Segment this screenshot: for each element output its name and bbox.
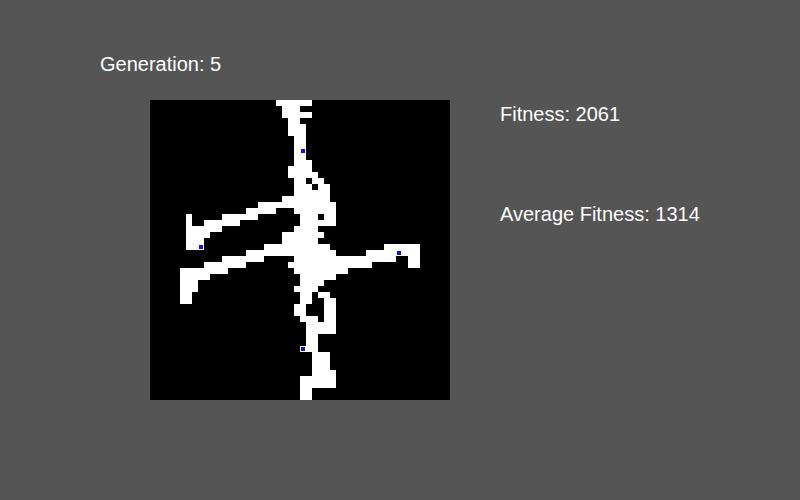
path-cell [294, 208, 336, 214]
stats-panel: Fitness: 2061 Average Fitness: 1314 [500, 100, 700, 400]
path-cell [312, 178, 324, 184]
path-cell [294, 184, 312, 190]
path-cell [282, 232, 324, 238]
path-cell [258, 202, 336, 208]
path-cell [306, 334, 318, 340]
path-cell [300, 274, 336, 280]
path-cell [294, 286, 318, 292]
world-background [150, 100, 450, 400]
path-cell [222, 214, 258, 220]
path-cell [294, 148, 306, 154]
path-cell [324, 310, 336, 316]
path-cell [294, 136, 306, 142]
path-cell [384, 244, 420, 250]
agent-dot [199, 245, 203, 249]
path-cell [300, 346, 318, 352]
path-cell [282, 196, 330, 202]
path-cell [186, 214, 192, 220]
path-cell [300, 298, 312, 304]
path-cell [186, 220, 192, 226]
path-cell [282, 238, 318, 244]
path-cell [204, 262, 246, 268]
path-cell [324, 298, 336, 304]
path-cell [282, 112, 312, 118]
path-cell [276, 100, 312, 106]
path-cell [222, 256, 264, 262]
path-cell [366, 250, 420, 256]
path-cell [324, 214, 336, 220]
path-cell [318, 190, 330, 196]
path-cell [408, 256, 420, 262]
path-cell [300, 382, 336, 388]
stage: Fitness: 2061 Average Fitness: 1314 [150, 100, 800, 400]
path-cell [306, 340, 318, 346]
generation-label: Generation: 5 [100, 52, 800, 76]
path-cell [246, 208, 276, 214]
path-cell [312, 352, 330, 358]
path-cell [180, 286, 198, 292]
path-cell [180, 280, 198, 286]
path-cell [306, 328, 336, 334]
path-cell [312, 358, 330, 364]
path-cell [294, 304, 306, 310]
fitness-label: Fitness: 2061 [500, 102, 700, 126]
path-cell [306, 322, 336, 328]
path-cell [300, 214, 318, 220]
path-cell [186, 226, 222, 232]
path-cell [312, 364, 330, 370]
path-cell [246, 250, 336, 256]
path-cell [300, 388, 312, 394]
path-cell [300, 376, 336, 382]
path-cell [288, 166, 312, 172]
path-cell [288, 172, 318, 178]
path-cell [300, 292, 312, 298]
path-cell [294, 226, 318, 232]
path-cell [294, 268, 348, 274]
path-cell [300, 316, 318, 322]
path-cell [288, 124, 306, 130]
path-cell [186, 232, 210, 238]
path-cell [300, 394, 312, 400]
path-cell [180, 268, 228, 274]
path-cell [294, 256, 396, 262]
path-cell [186, 238, 204, 244]
path-cell [408, 262, 420, 268]
path-cell [294, 154, 306, 160]
world-canvas [150, 100, 450, 400]
path-cell [300, 220, 336, 226]
path-cell [294, 160, 312, 166]
path-cell [288, 118, 300, 124]
path-cell [288, 130, 306, 136]
path-cell [204, 220, 240, 226]
path-cell [324, 304, 336, 310]
path-cell [288, 262, 372, 268]
path-cell [318, 184, 330, 190]
path-cell [294, 178, 306, 184]
path-cell [264, 244, 330, 250]
simulation-screen: Generation: 5 Fitness: 2061 Average Fitn… [0, 0, 800, 500]
path-cell [318, 292, 330, 298]
path-cell [294, 310, 306, 316]
path-cell [180, 292, 192, 298]
agent-dot [301, 149, 305, 153]
path-cell [180, 298, 192, 304]
path-cell [312, 370, 336, 376]
path-cell [294, 142, 306, 148]
path-cell [180, 274, 210, 280]
agent-dot [397, 251, 401, 255]
path-cell [324, 316, 336, 322]
path-cell [186, 244, 204, 250]
agent-dot [301, 347, 305, 351]
average-fitness-label: Average Fitness: 1314 [500, 202, 700, 226]
path-cell [294, 190, 318, 196]
path-cell [300, 280, 324, 286]
path-cell [282, 106, 300, 112]
